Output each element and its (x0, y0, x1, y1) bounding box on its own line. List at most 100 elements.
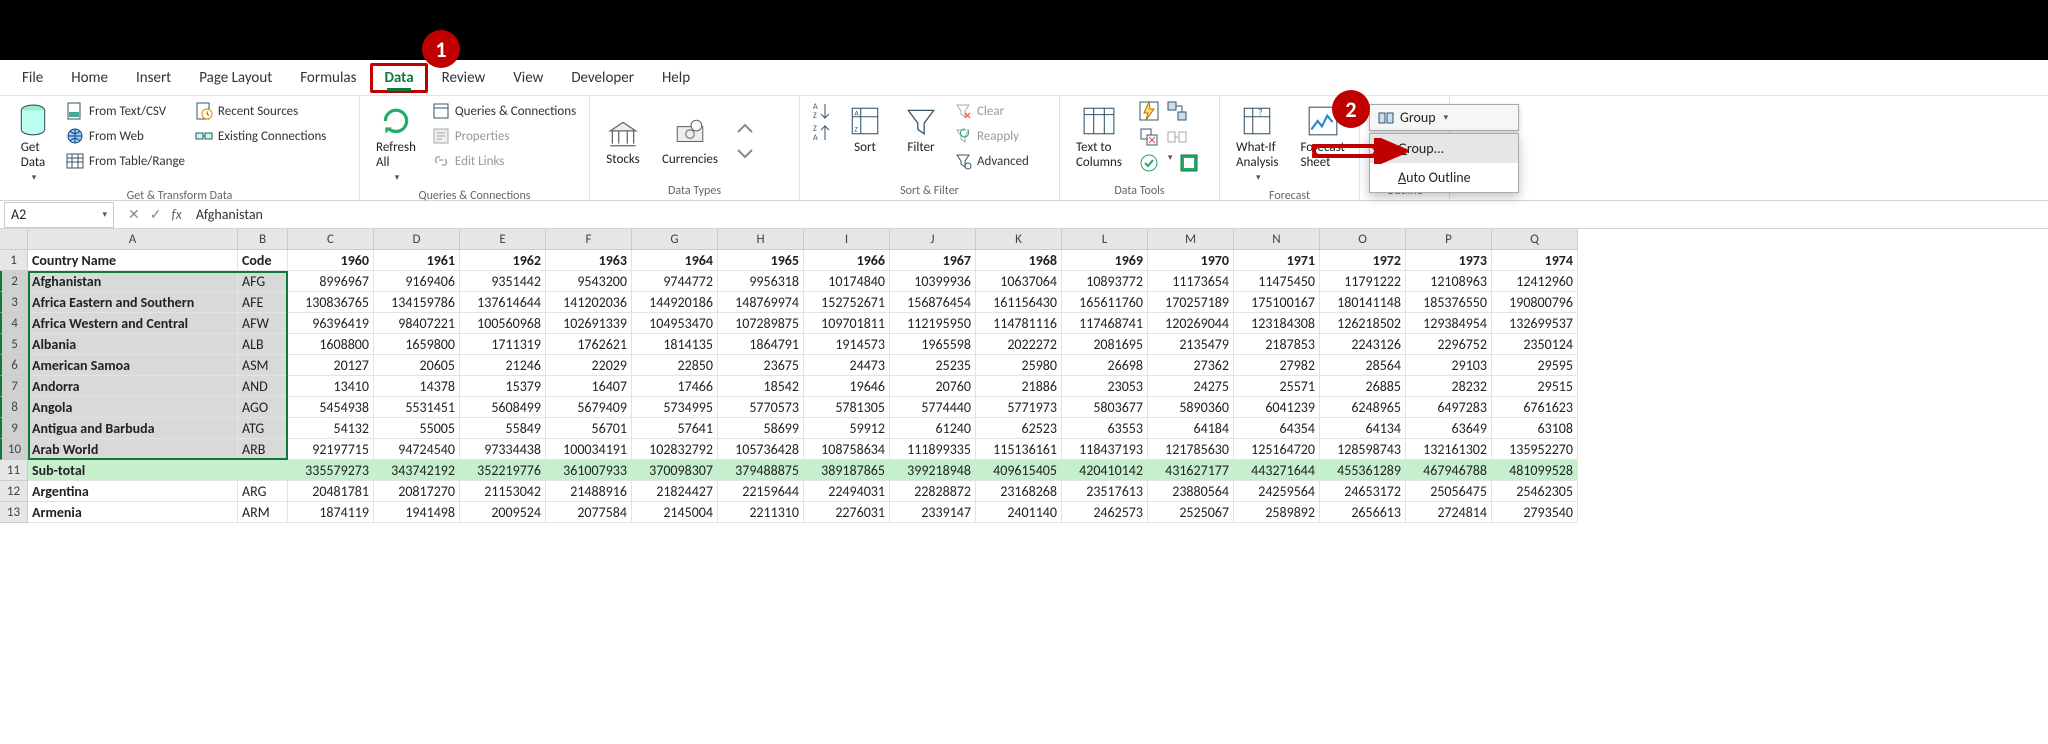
cell[interactable]: 1941498 (374, 502, 460, 523)
cell[interactable]: 61240 (890, 418, 976, 439)
cell[interactable]: 1659800 (374, 334, 460, 355)
cell[interactable]: 399218948 (890, 460, 976, 481)
cell[interactable]: 6761623 (1492, 397, 1578, 418)
cell[interactable]: 11173654 (1148, 271, 1234, 292)
cell[interactable]: 20481781 (288, 481, 374, 502)
cell[interactable]: 185376550 (1406, 292, 1492, 313)
cell[interactable]: 29103 (1406, 355, 1492, 376)
tab-help[interactable]: Help (648, 63, 704, 93)
cell[interactable]: 5770573 (718, 397, 804, 418)
cell[interactable]: 9956318 (718, 271, 804, 292)
cell[interactable]: Africa Western and Central (28, 313, 238, 334)
cell[interactable]: 175100167 (1234, 292, 1320, 313)
row-header[interactable]: 10 (0, 439, 28, 460)
cell[interactable]: 361007933 (546, 460, 632, 481)
cell[interactable]: 125164720 (1234, 439, 1320, 460)
enter-icon[interactable]: ✓ (150, 206, 162, 223)
cell[interactable]: 54132 (288, 418, 374, 439)
cell[interactable]: 5734995 (632, 397, 718, 418)
cell[interactable]: 63108 (1492, 418, 1578, 439)
cell[interactable]: AFG (238, 271, 288, 292)
cell[interactable]: 28232 (1406, 376, 1492, 397)
row-header[interactable]: 2 (0, 271, 28, 292)
cell[interactable]: 2462573 (1062, 502, 1148, 523)
cell[interactable]: 1960 (288, 250, 374, 271)
cell[interactable]: Afghanistan (28, 271, 238, 292)
cell[interactable]: 23675 (718, 355, 804, 376)
cell[interactable]: 62523 (976, 418, 1062, 439)
cell[interactable]: 56701 (546, 418, 632, 439)
cell[interactable]: ALB (238, 334, 288, 355)
chevron-up-icon[interactable] (734, 118, 756, 140)
cell[interactable]: 25056475 (1406, 481, 1492, 502)
cell[interactable]: 1964 (632, 250, 718, 271)
cell[interactable]: 335579273 (288, 460, 374, 481)
cell[interactable]: 5890360 (1148, 397, 1234, 418)
cell[interactable]: AND (238, 376, 288, 397)
cell[interactable]: 141202036 (546, 292, 632, 313)
cell[interactable]: 6248965 (1320, 397, 1406, 418)
from-text-csv-button[interactable]: From Text/CSV (66, 100, 185, 122)
row-header[interactable]: 5 (0, 334, 28, 355)
cell[interactable]: 455361289 (1320, 460, 1406, 481)
cell[interactable] (238, 460, 288, 481)
from-web-button[interactable]: From Web (66, 125, 185, 147)
clear-filter-button[interactable]: Clear (954, 100, 1029, 122)
cell[interactable]: 19646 (804, 376, 890, 397)
cell[interactable]: 148769974 (718, 292, 804, 313)
cell[interactable]: 20605 (374, 355, 460, 376)
cell[interactable]: 5608499 (460, 397, 546, 418)
cell[interactable]: 156876454 (890, 292, 976, 313)
cell[interactable]: Africa Eastern and Southern (28, 292, 238, 313)
cell[interactable]: 2350124 (1492, 334, 1578, 355)
fx-icon[interactable]: fx (171, 206, 181, 223)
column-header[interactable]: J (890, 229, 976, 250)
cell[interactable]: 5679409 (546, 397, 632, 418)
column-header[interactable]: L (1062, 229, 1148, 250)
cell[interactable]: 1972 (1320, 250, 1406, 271)
cell[interactable]: 25980 (976, 355, 1062, 376)
cell[interactable]: 1971 (1234, 250, 1320, 271)
cell[interactable]: Country Name (28, 250, 238, 271)
cell[interactable]: Antigua and Barbuda (28, 418, 238, 439)
refresh-all-button[interactable]: RefreshAll▾ (370, 100, 422, 187)
tab-home[interactable]: Home (57, 63, 122, 93)
edit-links-button[interactable]: Edit Links (432, 150, 576, 172)
sort-za-icon[interactable]: ZA (810, 122, 832, 144)
cell[interactable]: 165611760 (1062, 292, 1148, 313)
cell[interactable]: 98407221 (374, 313, 460, 334)
column-header[interactable]: P (1406, 229, 1492, 250)
row-header[interactable]: 3 (0, 292, 28, 313)
cell[interactable]: 102691339 (546, 313, 632, 334)
row-header[interactable]: 4 (0, 313, 28, 334)
cell[interactable]: 25235 (890, 355, 976, 376)
cell[interactable]: Arab World (28, 439, 238, 460)
cell[interactable]: 1970 (1148, 250, 1234, 271)
cell[interactable]: Sub-total (28, 460, 238, 481)
cell[interactable]: 1874119 (288, 502, 374, 523)
cell[interactable]: 2081695 (1062, 334, 1148, 355)
cell[interactable]: 1711319 (460, 334, 546, 355)
cell[interactable]: 12412960 (1492, 271, 1578, 292)
cell[interactable]: 144920186 (632, 292, 718, 313)
get-data-button[interactable]: GetData▾ (10, 100, 56, 187)
cell[interactable]: 11791222 (1320, 271, 1406, 292)
cell[interactable]: 112195950 (890, 313, 976, 334)
data-validation-icon[interactable] (1138, 152, 1160, 174)
cell[interactable]: 1973 (1406, 250, 1492, 271)
column-header[interactable]: I (804, 229, 890, 250)
cell[interactable]: 5803677 (1062, 397, 1148, 418)
cell[interactable]: AGO (238, 397, 288, 418)
row-header[interactable]: 7 (0, 376, 28, 397)
cell[interactable]: 1864791 (718, 334, 804, 355)
cell[interactable]: 22828872 (890, 481, 976, 502)
cell[interactable]: 1963 (546, 250, 632, 271)
cell[interactable]: 64354 (1234, 418, 1320, 439)
cell[interactable]: Armenia (28, 502, 238, 523)
stocks-button[interactable]: Stocks (600, 112, 646, 171)
group-button[interactable]: Group ▾ (1369, 104, 1519, 131)
cell[interactable]: 24259564 (1234, 481, 1320, 502)
column-header[interactable]: D (374, 229, 460, 250)
cell[interactable]: 115136161 (976, 439, 1062, 460)
cell[interactable]: 5771973 (976, 397, 1062, 418)
